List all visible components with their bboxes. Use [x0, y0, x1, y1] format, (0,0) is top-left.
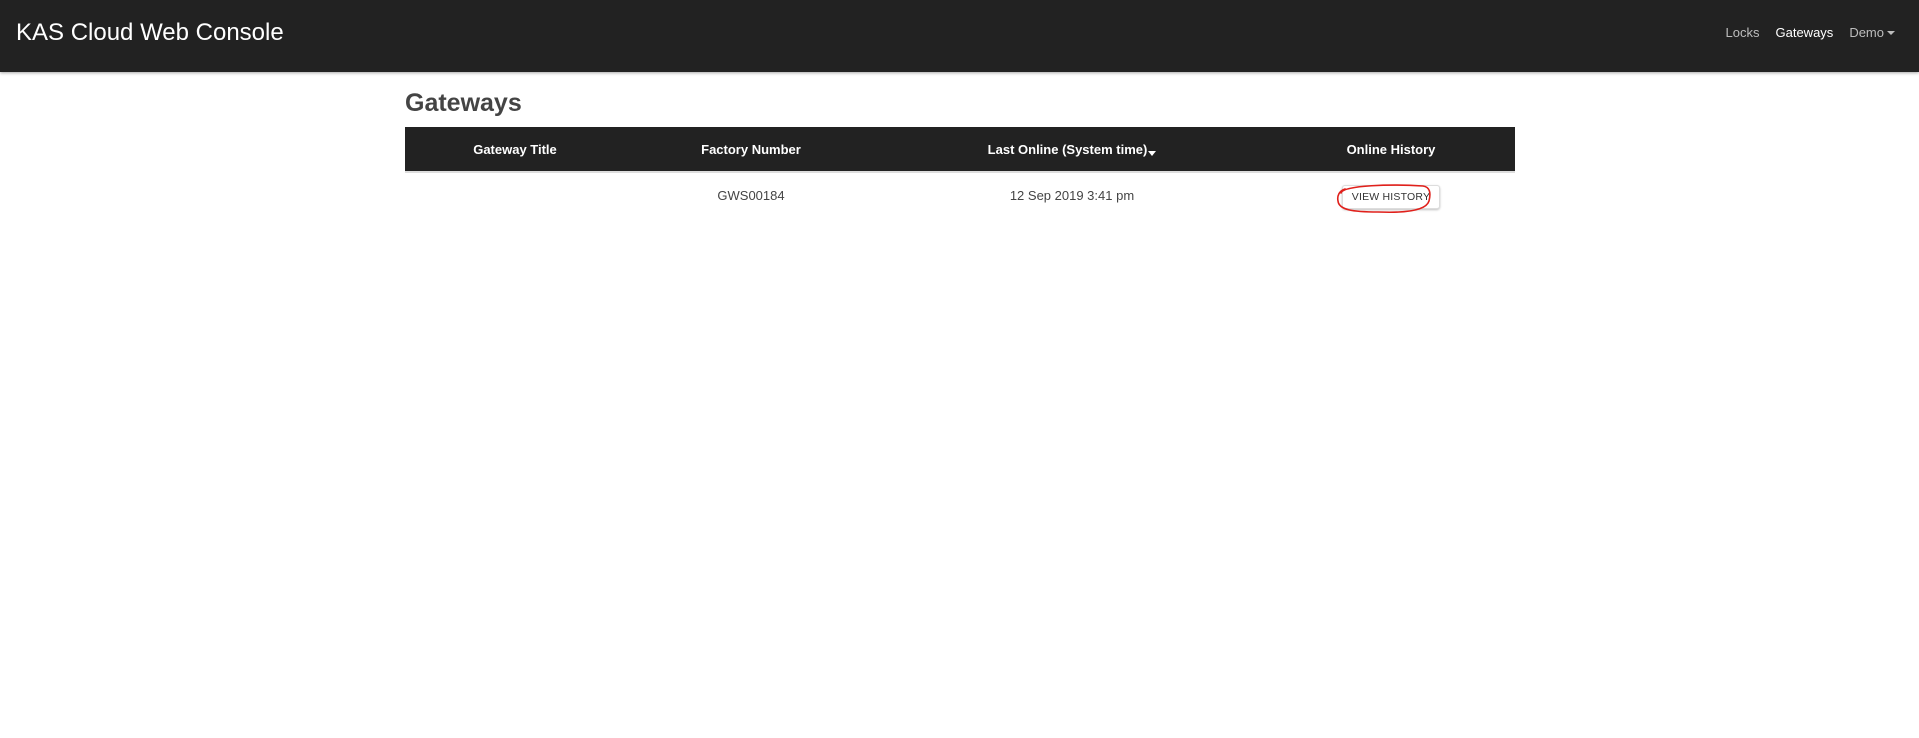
top-navbar: KAS Cloud Web Console Locks Gateways Dem… [0, 0, 1919, 72]
gateways-table: Gateway Title Factory Number Last Online… [405, 127, 1515, 217]
column-header-last-online[interactable]: Last Online (System time) [877, 127, 1267, 173]
main-content: Gateways Gateway Title Factory Number La… [405, 86, 1515, 217]
nav-link-locks[interactable]: Locks [1726, 24, 1760, 42]
table-header-row: Gateway Title Factory Number Last Online… [405, 127, 1515, 173]
view-history-label: VIEW HISTORY [1351, 191, 1431, 203]
nav-links: Locks Gateways Demo [1710, 24, 1895, 42]
cell-online-history: VIEW HISTORY [1267, 172, 1515, 217]
column-header-gateway-title[interactable]: Gateway Title [405, 127, 625, 173]
cell-last-online: 12 Sep 2019 3:41 pm [1009, 187, 1135, 203]
column-header-online-history[interactable]: Online History [1267, 127, 1515, 173]
caret-down-icon [1887, 31, 1895, 35]
sort-descending-icon[interactable] [1148, 150, 1157, 156]
nav-link-gateways[interactable]: Gateways [1776, 24, 1834, 42]
page-title: Gateways [405, 89, 522, 117]
view-history-button[interactable]: VIEW HISTORY [1336, 184, 1441, 214]
nav-dropdown-demo[interactable]: Demo [1849, 24, 1895, 42]
app-brand[interactable]: KAS Cloud Web Console [16, 18, 284, 48]
nav-dropdown-demo-label: Demo [1849, 25, 1884, 40]
column-header-last-online-label: Last Online (System time) [987, 141, 1148, 157]
column-header-factory-number[interactable]: Factory Number [625, 127, 877, 173]
table-row: GWS00184 12 Sep 2019 3:41 pm VIEW HISTOR… [405, 172, 1515, 217]
cell-gateway-title [405, 172, 625, 217]
cell-factory-number: GWS00184 [717, 187, 785, 203]
